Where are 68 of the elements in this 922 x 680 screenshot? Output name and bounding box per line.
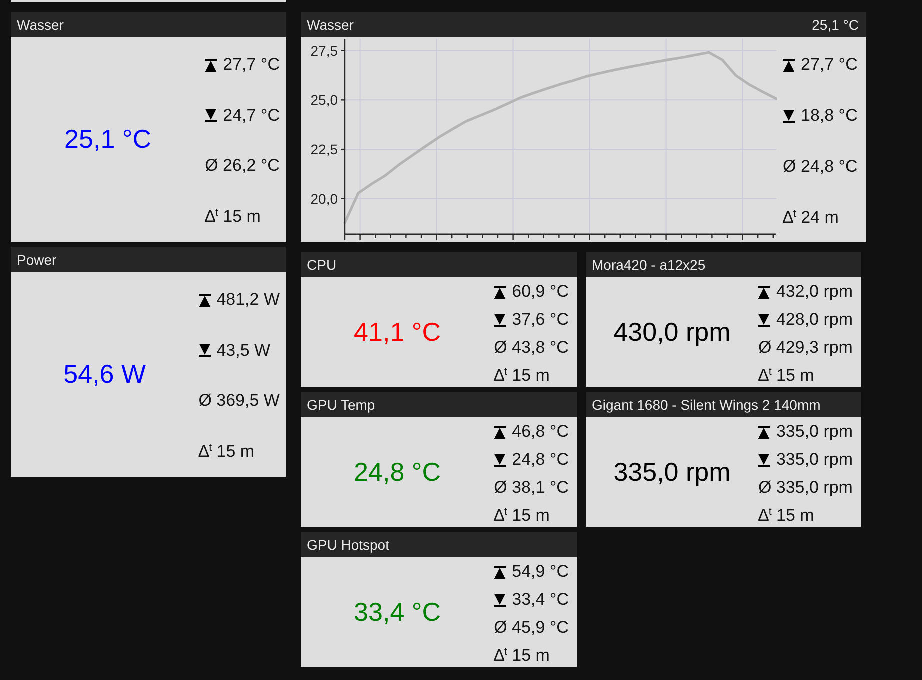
duration-value: ∆$^{t}$ 15 m: [198, 442, 255, 462]
max-value: 27,7 °C: [801, 55, 858, 75]
average-value: Ø 45,9 °C: [494, 618, 569, 638]
max-value: 46,8 °C: [512, 422, 569, 442]
max-value: 54,9 °C: [512, 562, 569, 582]
average-value: Ø 429,3 rpm: [758, 338, 853, 358]
average-value: Ø 26,2 °C: [205, 156, 280, 176]
min-icon: [198, 344, 211, 358]
card-title: Power: [17, 252, 57, 268]
max-icon: [494, 426, 506, 438]
min-icon: [494, 314, 506, 326]
y-tick-label: 20,0: [310, 190, 338, 207]
min-value: 33,4 °C: [512, 590, 569, 610]
min-icon: [783, 110, 795, 122]
average-value: Ø 369,5 W: [198, 391, 280, 412]
min-value: 24,7 °C: [223, 106, 280, 126]
sensor-value: 54,6 W: [64, 359, 146, 390]
min-value: 43,5 W: [216, 340, 271, 361]
sensor-value: 24,8 °C: [354, 456, 442, 488]
min-icon: [494, 594, 506, 606]
sensor-value: 335,0 rpm: [614, 456, 731, 488]
max-value: 60,9 °C: [512, 282, 569, 302]
average-value: Ø 38,1 °C: [494, 478, 569, 498]
min-value: 24,8 °C: [512, 450, 569, 470]
y-tick-label: 27,5: [310, 42, 338, 59]
average-value: Ø 24,8 °C: [783, 157, 858, 177]
max-icon: [758, 426, 770, 438]
duration-value: ∆$^{t}$ 15 m: [758, 506, 814, 526]
sensor-value: 41,1 °C: [354, 316, 442, 348]
max-value: 432,0 rpm: [776, 282, 853, 302]
sensor-value: 25,1 °C: [64, 124, 152, 155]
duration-value: ∆$^{t}$ 15 m: [758, 366, 814, 386]
max-icon: [758, 286, 770, 298]
max-value: 481,2 W: [216, 290, 280, 310]
duration-value: ∆$^{t}$ 24 m: [783, 208, 839, 228]
max-icon: [205, 58, 218, 72]
min-value: 18,8 °C: [801, 106, 858, 126]
duration-value: ∆$^{t}$ 15 m: [205, 206, 261, 227]
max-value: 27,7 °C: [223, 55, 280, 75]
y-tick-label: 22,5: [310, 142, 338, 158]
duration-value: ∆$^{t}$ 15 m: [494, 506, 550, 526]
duration-value: ∆$^{t}$ 15 m: [494, 646, 550, 666]
average-value: Ø 335,0 rpm: [758, 478, 853, 498]
card-title: Gigant 1680 - Silent Wings 2 140mm: [592, 396, 821, 412]
max-icon: [198, 294, 211, 306]
card-title: Wasser: [17, 16, 64, 32]
max-icon: [783, 58, 795, 72]
max-icon: [494, 286, 506, 298]
min-icon: [494, 454, 506, 466]
min-value: 37,6 °C: [512, 310, 569, 330]
average-value: Ø 43,8 °C: [494, 338, 569, 358]
min-icon: [758, 454, 770, 466]
min-icon: [205, 109, 218, 122]
max-icon: [494, 566, 506, 578]
card-title: GPU Hotspot: [307, 536, 390, 552]
card-title: Wasser: [307, 16, 354, 32]
duration-value: ∆$^{t}$ 15 m: [494, 366, 550, 386]
min-value: 428,0 rpm: [776, 310, 853, 330]
card-title: CPU: [307, 256, 337, 272]
current-value: 25,1 °C: [812, 16, 859, 32]
max-value: 335,0 rpm: [776, 422, 853, 442]
min-icon: [758, 314, 770, 326]
sensor-value: 33,4 °C: [354, 596, 442, 628]
sensor-value: 430,0 rpm: [614, 316, 731, 348]
min-value: 335,0 rpm: [776, 450, 853, 470]
card-title: Mora420 - a12x25: [592, 256, 706, 272]
y-tick-label: 25,0: [310, 92, 338, 108]
card-title: GPU Temp: [307, 396, 376, 412]
